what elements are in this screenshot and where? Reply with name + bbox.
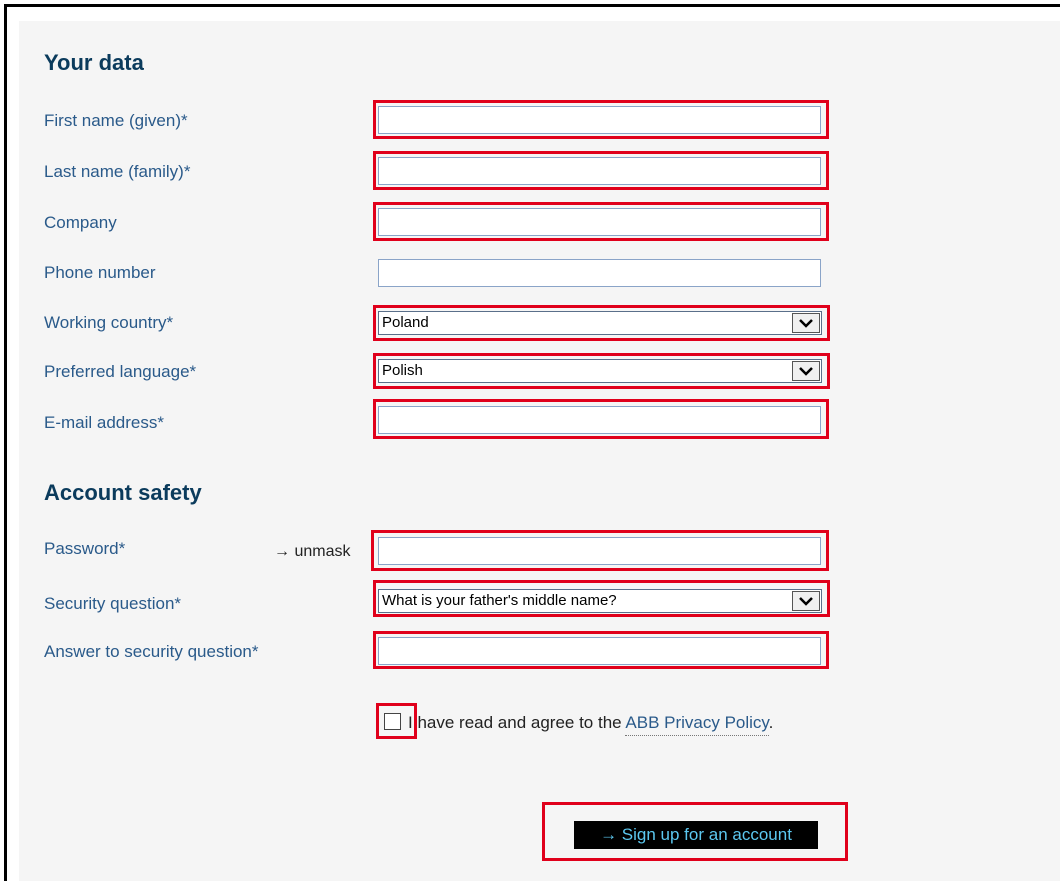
company-input[interactable] [378, 208, 821, 236]
password-input[interactable] [378, 537, 821, 565]
password-label: Password* [44, 539, 126, 558]
answer-label: Answer to security question* [44, 642, 259, 661]
phone-label: Phone number [44, 263, 156, 282]
form-panel [19, 21, 1060, 881]
email-input[interactable] [378, 406, 821, 434]
country-label: Working country* [44, 313, 174, 332]
sign-up-button[interactable]: → Sign up for an account [574, 821, 818, 849]
chevron-down-icon[interactable] [792, 591, 820, 611]
privacy-agreement-label: I have read and agree to the [408, 713, 626, 732]
language-label: Preferred language* [44, 362, 197, 381]
privacy-policy-link[interactable]: ABB Privacy Policy [625, 713, 769, 736]
country-select[interactable]: Poland [378, 311, 822, 335]
phone-input[interactable] [378, 259, 821, 287]
first-name-input[interactable] [378, 106, 821, 134]
privacy-agreement-text: I have read and agree to the ABB Privacy… [408, 713, 774, 736]
privacy-checkbox[interactable] [384, 713, 401, 730]
country-select-value: Poland [382, 314, 429, 331]
chevron-down-icon[interactable] [792, 313, 820, 333]
privacy-agreement-suffix: . [768, 713, 774, 732]
security-question-label: Security question* [44, 594, 182, 613]
security-question-select[interactable]: What is your father's middle name? [378, 589, 822, 613]
first-name-label: First name (given)* [44, 111, 188, 130]
company-label: Company [44, 213, 117, 232]
section-heading-account-safety: Account safety [44, 480, 202, 505]
security-question-select-value: What is your father's middle name? [382, 592, 617, 609]
language-select[interactable]: Polish [378, 359, 822, 383]
answer-input[interactable] [378, 637, 821, 665]
last-name-label: Last name (family)* [44, 162, 191, 181]
chevron-down-icon[interactable] [792, 361, 820, 381]
section-heading-your-data: Your data [44, 50, 144, 75]
last-name-input[interactable] [378, 157, 821, 185]
email-label: E-mail address* [44, 413, 164, 432]
unmask-link[interactable]: → unmask [274, 543, 350, 561]
language-select-value: Polish [382, 362, 423, 379]
